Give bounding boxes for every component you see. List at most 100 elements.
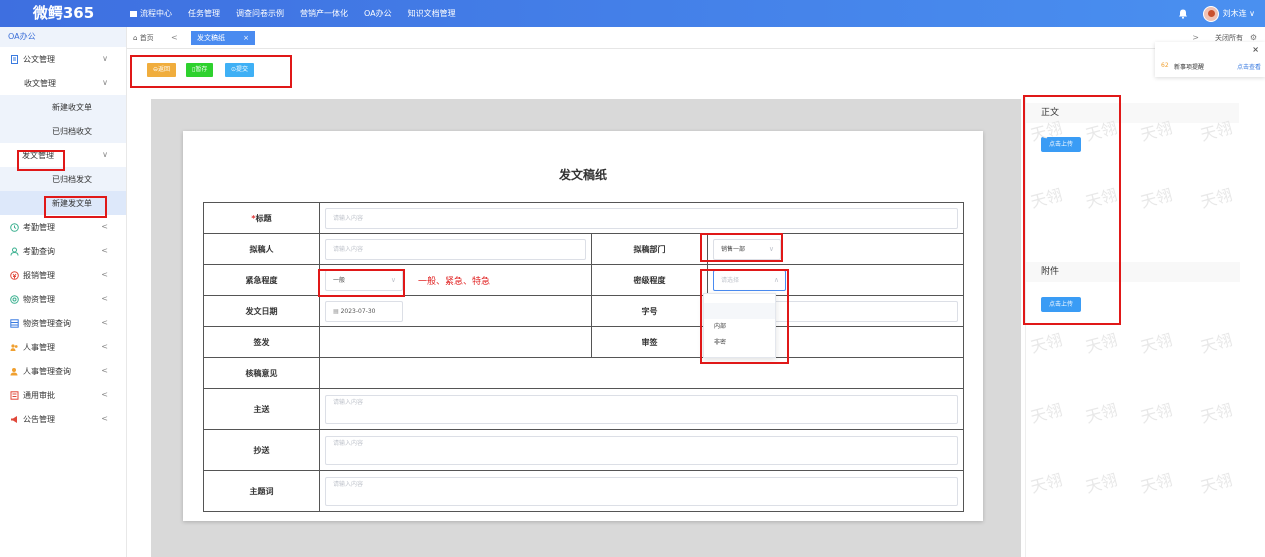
people-icon [10, 343, 18, 351]
sidebar-item-receive-management[interactable]: 收文管理 ∨ [0, 71, 126, 95]
avatar[interactable] [1202, 5, 1219, 22]
content-top-gap [151, 95, 1021, 99]
close-icon[interactable]: × [243, 31, 249, 45]
approval-icon [10, 390, 19, 400]
date-picker[interactable]: ▦ 2023-07-30 [325, 300, 403, 322]
sidebar-item-announcement[interactable]: 公告管理 < [0, 407, 126, 431]
form-table: *标题 请输入内容 拟稿人 请输入内容 拟稿部门 销售一部 ∨ 紧急程度 一般 ∨ … [203, 202, 964, 512]
chevron-down-icon: ∨ [102, 54, 108, 63]
close-icon[interactable]: × [1252, 45, 1259, 54]
calendar-icon: ▦ [333, 307, 341, 315]
urgency-label: 紧急程度 [203, 264, 320, 296]
sidebar-item-attendance-query[interactable]: 考勤查询 < [0, 239, 126, 263]
tab-scroll-left[interactable]: < [171, 27, 178, 49]
urgency-note: 一般、紧急、特急 [418, 277, 491, 287]
sidebar-item-archived-receive[interactable]: 已归档收文 [0, 119, 126, 143]
nav-process-center[interactable]: 流程中心 [130, 8, 172, 19]
sidebar-item-doc-management[interactable]: 公文管理 ∨ [0, 47, 126, 71]
annotation-box-new-send [44, 196, 107, 218]
sidebar-header: OA办公 [0, 27, 126, 47]
review-label: 审签 [591, 326, 708, 358]
sign-label: 签发 [203, 326, 320, 358]
megaphone-icon [11, 415, 17, 423]
nav-survey[interactable]: 调查问卷示例 [236, 8, 284, 19]
cc-textarea[interactable]: 请输入内容 [325, 435, 958, 465]
chevron-left-icon: < [101, 414, 108, 423]
annotation-box-toolbar [130, 55, 292, 88]
nav-knowledge[interactable]: 知识文档管理 [408, 8, 456, 19]
annotation-box-right-panel [1023, 95, 1121, 325]
title-label: *标题 [203, 202, 320, 234]
chevron-left-icon: < [101, 246, 108, 255]
money-icon [10, 270, 19, 280]
keywords-textarea[interactable]: 请输入内容 [325, 476, 958, 506]
chevron-left-icon: < [101, 222, 108, 231]
document-icon [11, 54, 18, 64]
home-icon: ⌂ [133, 34, 138, 42]
sidebar-item-materials-query[interactable]: 物资管理查询 < [0, 311, 126, 335]
notification-popup: × 62 新事项提醒 点击查看 [1155, 42, 1265, 77]
chevron-left-icon: < [101, 390, 108, 399]
sidebar-item-attendance[interactable]: 考勤管理 < [0, 215, 126, 239]
clock-icon [10, 222, 19, 232]
table-row: 主题词 请输入内容 [203, 470, 964, 512]
docno-label: 字号 [591, 295, 708, 327]
top-bar: 微鳄365 流程中心 任务管理 调查问卷示例 营销产一体化 OA办公 知识文档管… [0, 0, 1265, 27]
to-label: 主送 [203, 388, 320, 430]
toolbar: ⊖返回 ▯暂存 ⊙提交 [127, 49, 1265, 89]
annotation-box-secret [700, 269, 789, 364]
notice-text: 新事项提醒 [1174, 64, 1205, 71]
nav-task-management[interactable]: 任务管理 [188, 8, 220, 19]
sidebar-item-hr[interactable]: 人事管理 < [0, 335, 126, 359]
to-textarea[interactable]: 请输入内容 [325, 394, 958, 424]
sidebar-item-general-approval[interactable]: 通用审批 < [0, 383, 126, 407]
app-logo[interactable]: 微鳄365 [0, 0, 127, 27]
chevron-left-icon: < [101, 342, 108, 351]
grid-icon [130, 10, 137, 17]
tab-home[interactable]: ⌂ 首页 [133, 27, 154, 49]
title-input[interactable]: 请输入内容 [325, 207, 958, 229]
tab-send-draft[interactable]: 发文稿纸 × [191, 31, 255, 45]
annotation-box-send-management [17, 150, 65, 171]
user-name[interactable]: 刘木连 ∨ [1223, 8, 1255, 19]
table-row: 核稿意见 [203, 357, 964, 389]
chevron-left-icon: < [101, 294, 108, 303]
annotation-box-dept [700, 233, 783, 262]
date-label: 发文日期 [203, 295, 320, 327]
form-paper: 发文稿纸 *标题 请输入内容 拟稿人 请输入内容 拟稿部门 销售一部 ∨ 紧急程度… [183, 131, 983, 521]
user-area: 刘木连 ∨ [1177, 0, 1255, 27]
notice-count: 62 [1161, 62, 1169, 69]
nav-marketing[interactable]: 营销产一体化 [300, 8, 348, 19]
chevron-left-icon: < [101, 366, 108, 375]
drafter-input[interactable]: 请输入内容 [325, 238, 586, 260]
keywords-label: 主题词 [203, 470, 320, 512]
sidebar: OA办公 公文管理 ∨ 收文管理 ∨ 新建收文单 已归档收文 发文管理 ∨ 已归档发文… [0, 27, 127, 557]
table-row: 主送 请输入内容 [203, 388, 964, 430]
table-row: 发文日期 ▦ 2023-07-30 字号 [203, 295, 964, 327]
sidebar-item-materials[interactable]: 物资管理 < [0, 287, 126, 311]
user-icon [10, 247, 19, 256]
sidebar-item-new-receive[interactable]: 新建收文单 [0, 95, 126, 119]
table-row: 签发 审签 [203, 326, 964, 358]
chevron-left-icon: < [101, 318, 108, 327]
table-row: 拟稿人 请输入内容 拟稿部门 销售一部 ∨ [203, 233, 964, 265]
drafter-label: 拟稿人 [203, 233, 320, 265]
annotation-box-urgency [318, 269, 405, 297]
chevron-left-icon: < [101, 270, 108, 279]
top-nav: 流程中心 任务管理 调查问卷示例 营销产一体化 OA办公 知识文档管理 [130, 0, 472, 27]
user-search-icon [10, 367, 18, 375]
box-icon [10, 294, 19, 304]
table-icon [10, 318, 19, 328]
nav-oa[interactable]: OA办公 [364, 8, 392, 19]
sidebar-item-reimbursement[interactable]: 报销管理 < [0, 263, 126, 287]
notice-link[interactable]: 点击查看 [1237, 62, 1261, 71]
sign-value [319, 326, 592, 358]
sidebar-item-hr-query[interactable]: 人事管理查询 < [0, 359, 126, 383]
table-row: *标题 请输入内容 [203, 202, 964, 234]
cc-label: 抄送 [203, 429, 320, 471]
secret-label: 密级程度 [591, 264, 708, 296]
dept-label: 拟稿部门 [591, 233, 708, 265]
bell-icon[interactable] [1177, 8, 1189, 20]
chevron-down-icon: ∨ [102, 78, 108, 87]
tab-bar: ⌂ 首页 < 发文稿纸 × > 关闭所有 ⚙ [127, 27, 1265, 49]
